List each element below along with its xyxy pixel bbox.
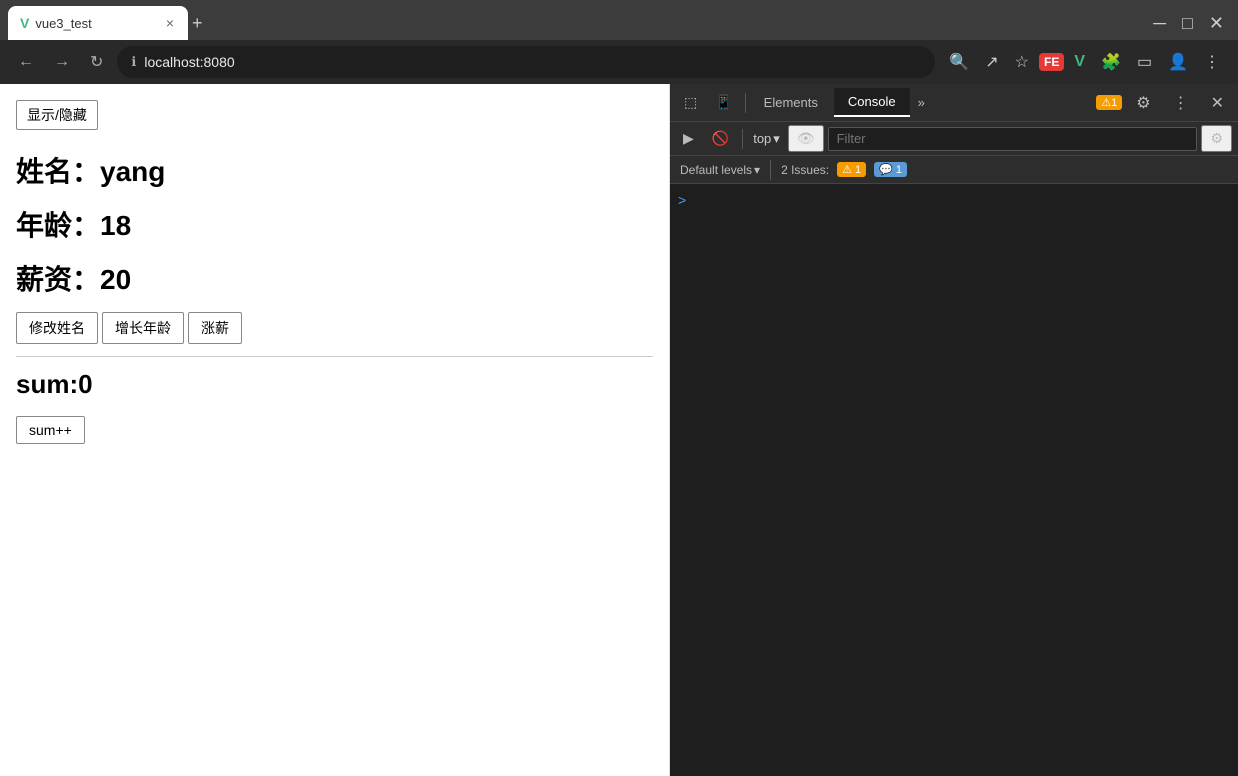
fe-extension-icon[interactable]: FE — [1039, 53, 1064, 71]
address-input-wrap[interactable]: ℹ localhost:8080 — [117, 46, 935, 78]
sum-display: sum:0 — [16, 369, 653, 400]
minimize-button[interactable]: ─ — [1147, 13, 1172, 34]
console-area[interactable]: > — [670, 184, 1238, 776]
maximize-button[interactable]: □ — [1176, 13, 1199, 34]
tab-favicon: V — [20, 15, 29, 31]
tab-close-btn[interactable]: × — [164, 13, 176, 33]
devtools-settings-btn[interactable]: ⚙ — [1128, 89, 1158, 117]
devtools-panel: ⬚ 📱 Elements Console » ⚠1 ⚙ ⋮ ✕ ▶ 🚫 top … — [670, 84, 1238, 776]
reload-button[interactable]: ↻ — [84, 48, 109, 76]
devtools-close-btn[interactable]: ✕ — [1203, 89, 1232, 117]
devtools-inspect-btn[interactable]: ⬚ — [676, 90, 705, 115]
action-buttons: 修改姓名 增长年龄 涨薪 — [16, 312, 653, 344]
console-gear-btn[interactable]: ⚙ — [1201, 125, 1232, 152]
default-levels-label: Default levels — [680, 163, 752, 177]
console-toolbar: ▶ 🚫 top ▾ 👁 ⚙ — [670, 122, 1238, 156]
devtools-device-btn[interactable]: 📱 — [707, 90, 740, 115]
context-selector[interactable]: top ▾ — [749, 129, 784, 149]
console-separator — [742, 129, 743, 149]
name-display: 姓名：yang — [16, 150, 653, 190]
browser-toolbar: 🔍 ↗ ☆ FE V 🧩 ▭ 👤 ⋮ — [943, 48, 1226, 76]
change-name-button[interactable]: 修改姓名 — [16, 312, 98, 344]
section-divider — [16, 356, 653, 357]
console-prompt[interactable]: > — [678, 192, 686, 208]
main-layout: 显示/隐藏 姓名：yang 年龄：18 薪资：20 修改姓名 增长年龄 涨薪 s… — [0, 84, 1238, 776]
bookmark-icon[interactable]: ☆ — [1009, 48, 1035, 76]
warning-badge: ⚠ 1 — [837, 162, 866, 177]
zoom-icon[interactable]: 🔍 — [943, 48, 975, 76]
sum-increment-button[interactable]: sum++ — [16, 416, 85, 444]
issues-bar: Default levels ▾ 2 Issues: ⚠ 1 💬 1 — [670, 156, 1238, 184]
console-eye-btn[interactable]: 👁 — [788, 125, 824, 152]
page-content: 显示/隐藏 姓名：yang 年龄：18 薪资：20 修改姓名 增长年龄 涨薪 s… — [0, 84, 670, 776]
devtools-toolbar: ⬚ 📱 Elements Console » ⚠1 ⚙ ⋮ ✕ — [670, 84, 1238, 122]
window-close-button[interactable]: ✕ — [1203, 13, 1230, 34]
issues-separator — [770, 160, 771, 180]
console-block-btn[interactable]: 🚫 — [705, 127, 736, 150]
profile-icon[interactable]: 👤 — [1162, 48, 1194, 76]
tab-more-button[interactable]: » — [912, 91, 931, 114]
lock-icon: ℹ — [131, 54, 136, 70]
menu-icon[interactable]: ⋮ — [1198, 48, 1226, 76]
context-label: top — [753, 131, 771, 146]
info-section: 姓名：yang 年龄：18 薪资：20 — [16, 150, 653, 298]
default-levels-arrow: ▾ — [754, 163, 760, 177]
console-play-btn[interactable]: ▶ — [676, 127, 701, 150]
address-bar: ← → ↻ ℹ localhost:8080 🔍 ↗ ☆ FE V 🧩 ▭ 👤 … — [0, 40, 1238, 84]
increase-age-button[interactable]: 增长年龄 — [102, 312, 184, 344]
salary-display: 薪资：20 — [16, 258, 653, 298]
issues-text: 2 Issues: — [781, 163, 829, 177]
devtools-more-btn[interactable]: ⋮ — [1165, 89, 1197, 117]
age-display: 年龄：18 — [16, 204, 653, 244]
toolbar-separator — [745, 93, 746, 113]
vue-extension-icon[interactable]: V — [1068, 49, 1091, 75]
back-button[interactable]: ← — [12, 49, 40, 75]
devtools-badge: ⚠1 — [1096, 95, 1122, 110]
address-text: localhost:8080 — [144, 54, 234, 70]
tab-elements[interactable]: Elements — [750, 89, 832, 116]
raise-salary-button[interactable]: 涨薪 — [188, 312, 242, 344]
tab-title: vue3_test — [35, 16, 157, 31]
show-hide-button[interactable]: 显示/隐藏 — [16, 100, 98, 130]
console-filter-input[interactable] — [828, 127, 1198, 151]
browser-tab[interactable]: V vue3_test × — [8, 6, 188, 40]
default-levels-dropdown[interactable]: Default levels ▾ — [680, 163, 760, 177]
info-badge: 💬 1 — [874, 162, 907, 177]
share-icon[interactable]: ↗ — [979, 48, 1004, 76]
extensions-icon[interactable]: 🧩 — [1095, 48, 1127, 76]
tab-console[interactable]: Console — [834, 88, 910, 117]
context-dropdown-icon: ▾ — [773, 131, 780, 147]
sidebar-icon[interactable]: ▭ — [1131, 48, 1158, 76]
forward-button[interactable]: → — [48, 49, 76, 75]
new-tab-button[interactable]: + — [192, 13, 203, 34]
